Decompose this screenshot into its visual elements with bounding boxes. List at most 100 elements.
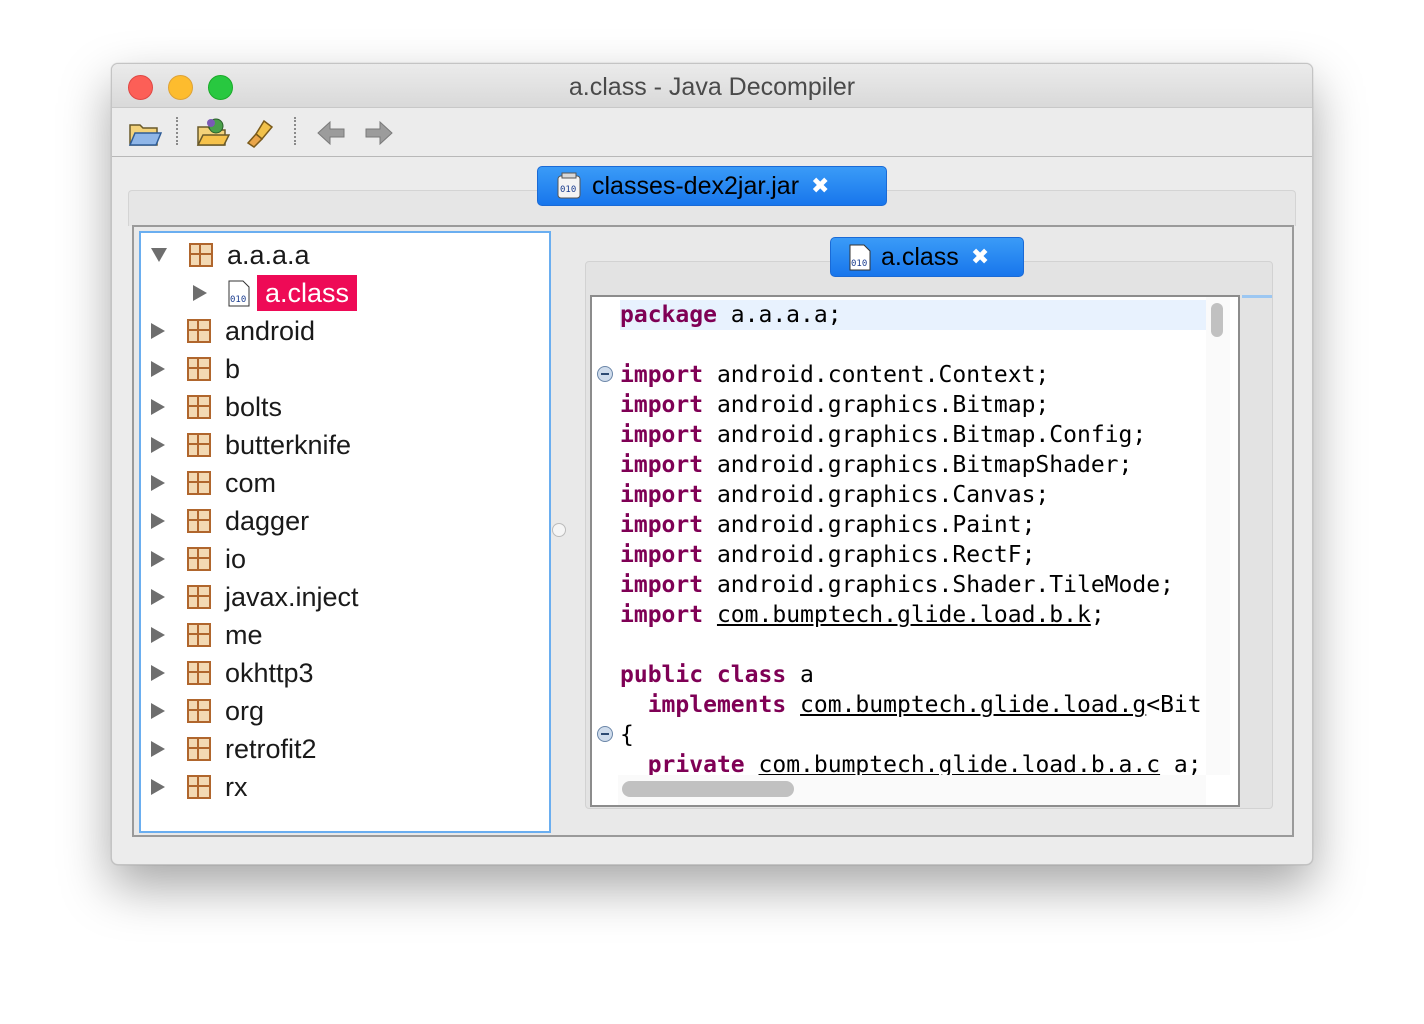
tree-item-package[interactable]: retrofit2 (151, 730, 317, 768)
tree-item-package[interactable]: android (151, 312, 315, 350)
forward-arrow-icon[interactable] (362, 117, 396, 149)
tab-label: a.class (881, 242, 959, 271)
tree-item-root[interactable]: a.a.a.a (151, 236, 310, 274)
tree-item-label: org (225, 695, 265, 726)
code-line: import android.graphics.BitmapShader; (620, 452, 1133, 478)
title-bar: a.class - Java Decompiler (112, 64, 1312, 108)
code-line: public class a (620, 662, 814, 688)
search-brush-icon[interactable] (244, 117, 278, 149)
package-icon (187, 319, 211, 343)
package-icon (187, 585, 211, 609)
code-line: import android.graphics.Shader.TileMode; (620, 572, 1174, 598)
code-line: implements com.bumptech.glide.load.g<Bit (647, 692, 1202, 718)
tree-item-label: io (225, 543, 247, 574)
expand-icon[interactable] (151, 703, 165, 719)
tree-item-package[interactable]: com (151, 464, 276, 502)
code-line: import android.graphics.Canvas; (620, 482, 1050, 508)
expand-icon[interactable] (193, 285, 207, 301)
type-link[interactable]: com.bumptech.glide.load.g (800, 692, 1146, 718)
tab-classes-dex2jar[interactable]: 010 classes-dex2jar.jar ✖ (537, 166, 887, 206)
code-line: import android.graphics.Paint; (620, 512, 1036, 538)
close-tab-icon[interactable]: ✖ (811, 173, 829, 199)
tree-item-label: b (225, 353, 241, 384)
package-icon (187, 699, 211, 723)
type-link[interactable]: com.bumptech.glide.load.b.a.c (759, 752, 1161, 775)
expand-icon[interactable] (151, 779, 165, 795)
jar-file-icon: 010 (557, 172, 581, 199)
expand-icon[interactable] (151, 627, 165, 643)
svg-text:010: 010 (560, 185, 576, 195)
tree-item-package[interactable]: bolts (151, 388, 282, 426)
tree-item-package[interactable]: io (151, 540, 246, 578)
back-arrow-icon[interactable] (314, 117, 348, 149)
window-title: a.class - Java Decompiler (568, 73, 856, 101)
code-line: package a.a.a.a; (620, 300, 1206, 330)
tree-item-package[interactable]: me (151, 616, 263, 654)
code-line: import com.bumptech.glide.load.b.k; (620, 602, 1105, 628)
package-icon (187, 509, 211, 533)
horizontal-scrollbar[interactable] (618, 775, 1206, 805)
svg-text:010: 010 (851, 259, 867, 269)
toolbar (112, 109, 1312, 157)
vertical-scrollbar[interactable] (1206, 297, 1230, 775)
tree-item-package[interactable]: okhttp3 (151, 654, 314, 692)
package-icon (187, 471, 211, 495)
expand-icon[interactable] (151, 361, 165, 377)
package-icon (189, 243, 213, 267)
expand-icon[interactable] (151, 551, 165, 567)
splitter-handle[interactable] (552, 523, 566, 537)
tree-item-label: okhttp3 (225, 657, 314, 688)
package-icon (187, 623, 211, 647)
tree-item-package[interactable]: javax.inject (151, 578, 359, 616)
tree-item-package[interactable]: dagger (151, 502, 309, 540)
toolbar-separator (176, 117, 178, 145)
collapse-icon[interactable] (151, 248, 167, 262)
code-editor[interactable]: package a.a.a.a; import android.content.… (590, 295, 1240, 807)
horizontal-scroll-thumb[interactable] (622, 781, 794, 797)
package-icon (187, 433, 211, 457)
tree-item-label: butterknife (225, 429, 352, 460)
tree-item-a-class[interactable]: 010 a.class (193, 274, 358, 312)
code-text[interactable]: package a.a.a.a; import android.content.… (618, 297, 1206, 775)
package-icon (187, 547, 211, 571)
tree-item-package[interactable]: rx (151, 768, 248, 806)
expand-icon[interactable] (151, 513, 165, 529)
code-line: private com.bumptech.glide.load.b.a.c a; (620, 750, 1202, 775)
class-file-icon: 010 (849, 244, 871, 271)
expand-icon[interactable] (151, 437, 165, 453)
type-link[interactable]: com.bumptech.glide.load.b.k (717, 602, 1091, 628)
tree-item-label: android (225, 315, 316, 346)
tab-label: classes-dex2jar.jar (592, 171, 800, 200)
package-icon (187, 737, 211, 761)
fold-icon[interactable] (597, 366, 613, 382)
jar-content-panel: a.a.a.a 010 a.class android b bolts butterk… (132, 225, 1294, 837)
open-type-icon[interactable] (196, 117, 230, 149)
package-icon (187, 395, 211, 419)
expand-icon[interactable] (151, 589, 165, 605)
package-icon (187, 775, 211, 799)
tree-item-package[interactable]: butterknife (151, 426, 351, 464)
package-tree: a.a.a.a 010 a.class android b bolts butterk… (139, 231, 551, 833)
tree-item-package[interactable]: b (151, 350, 240, 388)
code-line: import android.content.Context; (620, 362, 1050, 388)
expand-icon[interactable] (151, 665, 165, 681)
tree-item-package[interactable]: org (151, 692, 264, 730)
tab-a-class[interactable]: 010 a.class ✖ (830, 237, 1024, 277)
app-window: a.class - Java Decompiler 010 classes-de… (111, 63, 1313, 865)
package-icon (187, 357, 211, 381)
code-line: import android.graphics.Bitmap.Config; (620, 422, 1147, 448)
expand-icon[interactable] (151, 399, 165, 415)
tree-item-label: retrofit2 (225, 733, 317, 764)
open-folder-icon[interactable] (128, 117, 162, 149)
expand-icon[interactable] (151, 323, 165, 339)
tree-item-label: bolts (225, 391, 283, 422)
tree-item-label: rx (225, 771, 248, 802)
close-tab-icon[interactable]: ✖ (971, 244, 989, 270)
vertical-scroll-thumb[interactable] (1211, 303, 1223, 337)
expand-icon[interactable] (151, 741, 165, 757)
expand-icon[interactable] (151, 475, 165, 491)
editor-edge-highlight (1242, 295, 1272, 298)
code-line: import android.graphics.RectF; (620, 542, 1036, 568)
tree-item-label: javax.inject (225, 581, 359, 612)
fold-icon[interactable] (597, 726, 613, 742)
